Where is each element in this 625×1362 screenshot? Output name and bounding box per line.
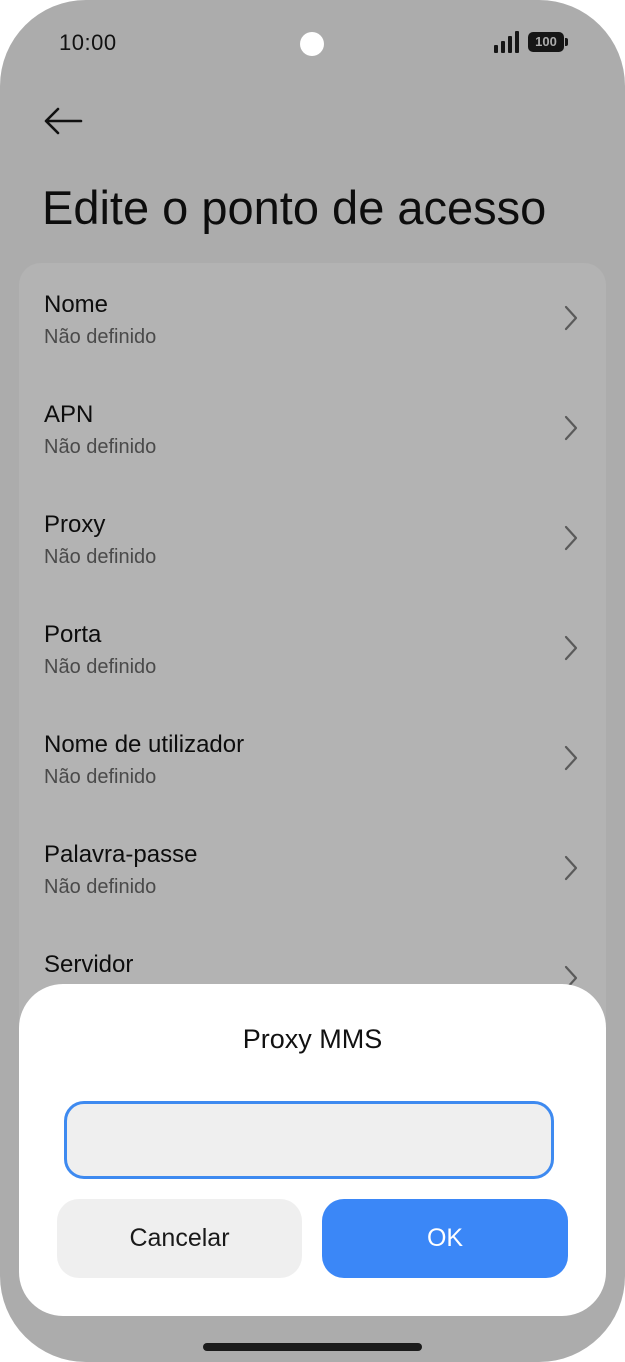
- battery-icon: 100: [528, 32, 564, 52]
- setting-row-proxy[interactable]: Proxy Não definido: [19, 483, 606, 593]
- phone-screen: 10:00 100 Edite o ponto de acesso Nome N…: [0, 0, 625, 1362]
- cancel-button[interactable]: Cancelar: [57, 1199, 302, 1278]
- chevron-right-icon: [564, 305, 578, 331]
- signal-icon: [494, 31, 519, 53]
- dialog-title: Proxy MMS: [242, 1024, 383, 1054]
- setting-label: Proxy: [44, 511, 106, 538]
- setting-row-palavra-passe[interactable]: Palavra-passe Não definido: [19, 813, 606, 923]
- setting-label: Nome de utilizador: [44, 731, 245, 758]
- setting-value: Não definido: [44, 326, 157, 348]
- setting-value: Não definido: [44, 436, 157, 458]
- back-button[interactable]: [40, 100, 86, 142]
- setting-value: Não definido: [44, 656, 157, 678]
- setting-label: Nome: [44, 291, 109, 318]
- chevron-right-icon: [564, 415, 578, 441]
- setting-label: Servidor: [44, 951, 134, 978]
- setting-row-nome[interactable]: Nome Não definido: [19, 263, 606, 373]
- home-indicator[interactable]: [203, 1343, 422, 1351]
- setting-value: Não definido: [44, 546, 157, 568]
- ok-button[interactable]: OK: [322, 1199, 568, 1278]
- camera-cutout: [300, 32, 324, 56]
- setting-value: Não definido: [44, 876, 157, 898]
- chevron-right-icon: [564, 745, 578, 771]
- setting-label: APN: [44, 401, 94, 428]
- setting-value: Não definido: [44, 766, 157, 788]
- page-title: Edite o ponto de acesso: [42, 181, 547, 234]
- battery-tip: [565, 38, 568, 46]
- setting-row-porta[interactable]: Porta Não definido: [19, 593, 606, 703]
- settings-list: Nome Não definido APN Não definido Proxy…: [19, 263, 606, 1063]
- chevron-right-icon: [564, 525, 578, 551]
- chevron-right-icon: [564, 855, 578, 881]
- setting-label: Porta: [44, 621, 102, 648]
- proxy-mms-dialog: Proxy MMS Cancelar OK: [19, 984, 606, 1316]
- back-arrow-icon: [44, 107, 83, 135]
- setting-row-apn[interactable]: APN Não definido: [19, 373, 606, 483]
- setting-label: Palavra-passe: [44, 841, 198, 868]
- status-time: 10:00: [59, 30, 117, 55]
- setting-row-nome-utilizador[interactable]: Nome de utilizador Não definido: [19, 703, 606, 813]
- chevron-right-icon: [564, 635, 578, 661]
- proxy-mms-input[interactable]: [64, 1101, 554, 1179]
